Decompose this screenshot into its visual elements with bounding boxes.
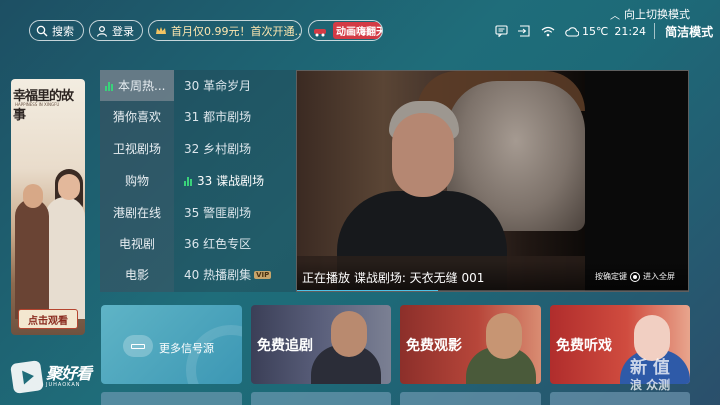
- vip-badge: VIP: [254, 270, 272, 279]
- now-playing-text: 正在播放 谍战剧场: 天衣无缝 001: [302, 271, 485, 285]
- channel-item[interactable]: 36 红色专区: [184, 228, 296, 259]
- weather-icon: [565, 26, 579, 37]
- poster-subtitle: HAPPINESS IN XINGFU: [15, 102, 60, 107]
- free-movie-card[interactable]: 免费观影: [400, 305, 541, 384]
- clock: 21:24: [614, 24, 647, 38]
- category-label: 港剧在线: [112, 206, 161, 220]
- next-row-card[interactable]: [400, 392, 541, 405]
- free-drama-label: 免费追剧: [257, 338, 313, 354]
- message-icon[interactable]: [495, 25, 508, 37]
- channel-item[interactable]: 31 都市剧场: [184, 101, 296, 132]
- channel-label: 40 热播剧集: [184, 268, 252, 282]
- next-row-card[interactable]: [101, 392, 242, 405]
- vip-promo-button[interactable]: 首月仅0.99元！首次开通...: [148, 20, 302, 41]
- channel-label: 35 警匪剧场: [184, 206, 252, 220]
- switch-hint-label: 向上切换模式: [624, 8, 690, 21]
- channel-list: 30 革命岁月 31 都市剧场 32 乡村剧场 33 谍战剧场 35 警匪剧场 …: [174, 70, 296, 292]
- crown-icon: [156, 26, 166, 34]
- fullscreen-hint-suffix: 进入全屏: [643, 272, 675, 281]
- chevron-up-icon: ︿: [610, 10, 620, 22]
- channel-label: 32 乡村剧场: [184, 142, 252, 156]
- channel-item-active[interactable]: 33 谍战剧场: [184, 165, 296, 196]
- playback-progress-fill: [297, 290, 439, 291]
- watermark: 新 值 浪 众测: [630, 360, 714, 396]
- car-mascot-icon: [314, 28, 326, 36]
- category-label: 购物: [124, 174, 149, 188]
- top-bar: 搜索 登录 首月仅0.99元！首次开通... 动画嗨翻天 ︿ 向上切换模式 15…: [0, 0, 720, 62]
- watermark-line1: 新 值: [630, 358, 670, 378]
- category-item-hk-drama[interactable]: 港剧在线: [100, 197, 174, 228]
- opera-card-face: [634, 315, 670, 361]
- input-source-icon[interactable]: [518, 25, 531, 37]
- playing-bars-icon: [105, 81, 114, 91]
- login-button[interactable]: 登录: [89, 20, 143, 41]
- poster-actor: [15, 199, 49, 319]
- category-item-tv-series[interactable]: 电视剧: [100, 228, 174, 259]
- poster-actor-face: [23, 184, 43, 208]
- search-button[interactable]: 搜索: [29, 20, 84, 41]
- free-movie-label: 免费观影: [406, 338, 462, 354]
- category-list: 本周热... 猜你喜欢 卫视剧场 购物 港剧在线 电视剧 电影: [100, 70, 174, 292]
- hdmi-source-icon: [123, 335, 153, 357]
- status-divider: [654, 23, 656, 39]
- playback-progress: [297, 290, 688, 291]
- channel-label: 33 谍战剧场: [197, 174, 265, 188]
- category-item-guess-you-like[interactable]: 猜你喜欢: [100, 101, 174, 132]
- channel-item[interactable]: 35 警匪剧场: [184, 197, 296, 228]
- status-bar: 15℃ 21:24 简洁模式: [495, 22, 713, 40]
- search-icon: [36, 25, 48, 36]
- play-logo-icon: [10, 360, 44, 394]
- more-sources-card[interactable]: 更多信号源: [101, 305, 242, 384]
- fullscreen-hint: 按确定键 进入全屏: [595, 271, 675, 282]
- video-player[interactable]: 正在播放 谍战剧场: 天衣无缝 001 按确定键 进入全屏: [296, 70, 689, 292]
- user-icon: [96, 25, 108, 37]
- fullscreen-hint-prefix: 按确定键: [595, 272, 627, 281]
- drama-card-face: [331, 311, 367, 357]
- scene-person-face: [392, 113, 454, 197]
- channel-label: 30 革命岁月: [184, 79, 252, 93]
- watermark-line2: 浪 众测: [630, 378, 671, 392]
- category-item-weekly-hot[interactable]: 本周热...: [100, 70, 174, 101]
- login-label: 登录: [112, 24, 134, 38]
- anim-promo-button[interactable]: 动画嗨翻天: [308, 20, 383, 41]
- next-row-card[interactable]: [251, 392, 391, 405]
- switch-mode-hint: ︿ 向上切换模式: [610, 6, 690, 22]
- channel-item[interactable]: 32 乡村剧场: [184, 133, 296, 164]
- simple-mode-button[interactable]: 简洁模式: [665, 23, 713, 40]
- free-drama-card[interactable]: 免费追剧: [251, 305, 391, 384]
- search-label: 搜索: [52, 24, 74, 38]
- channel-guide: 本周热... 猜你喜欢 卫视剧场 购物 港剧在线 电视剧 电影 30 革命岁月 …: [100, 70, 296, 292]
- category-label: 电影: [124, 268, 149, 282]
- movie-card-face: [486, 313, 522, 359]
- brand-text: 聚好看 JUHAOKAN: [46, 364, 92, 389]
- promo-poster[interactable]: 幸福里的故事 HAPPINESS IN XINGFU 点击观看: [11, 79, 85, 335]
- channel-item[interactable]: 30 革命岁月: [184, 70, 296, 101]
- channel-label: 31 都市剧场: [184, 110, 252, 124]
- category-label: 电视剧: [118, 237, 155, 251]
- poster-actress: [45, 197, 85, 319]
- channel-item[interactable]: 40 热播剧集 VIP: [184, 259, 296, 290]
- ok-button-icon: [630, 271, 640, 282]
- category-label: 猜你喜欢: [112, 110, 161, 124]
- video-frame: [297, 71, 585, 291]
- category-item-movies[interactable]: 电影: [100, 259, 174, 290]
- temperature: 15℃: [582, 24, 609, 38]
- playing-bars-icon: [184, 176, 193, 186]
- channel-label: 36 红色专区: [184, 237, 252, 251]
- anim-label: 动画嗨翻天: [333, 22, 382, 39]
- category-label: 本周热...: [118, 79, 166, 93]
- brand-name: 聚好看: [46, 364, 92, 383]
- category-item-shopping[interactable]: 购物: [100, 165, 174, 196]
- wifi-icon[interactable]: [541, 26, 555, 37]
- category-item-satellite[interactable]: 卫视剧场: [100, 133, 174, 164]
- free-opera-label: 免费听戏: [556, 338, 612, 354]
- promo-text: 首月仅0.99元！首次开通...: [171, 24, 302, 38]
- more-sources-label: 更多信号源: [159, 342, 214, 355]
- poster-actress-face: [58, 174, 80, 200]
- poster-watch-button[interactable]: 点击观看: [18, 309, 78, 329]
- brand-logo: 聚好看 JUHAOKAN: [10, 360, 112, 394]
- category-label: 卫视剧场: [112, 142, 161, 156]
